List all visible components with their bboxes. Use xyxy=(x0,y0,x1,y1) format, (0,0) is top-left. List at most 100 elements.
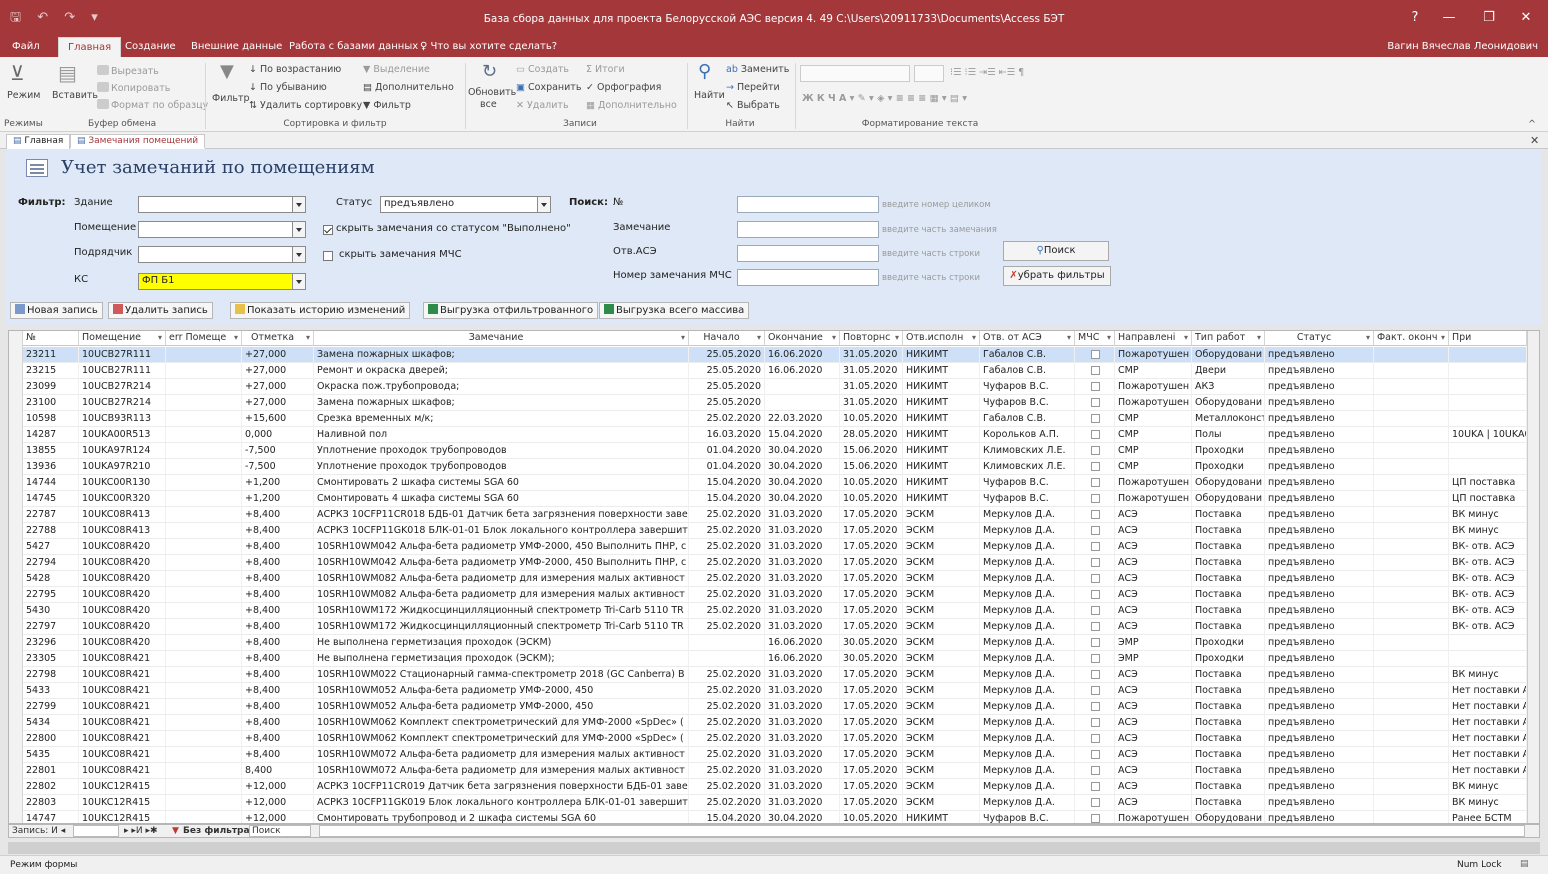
cell-col-work-type[interactable]: Оборудовани xyxy=(1192,491,1265,507)
cell-col-asce[interactable]: Меркулов Д.А. xyxy=(980,667,1075,683)
cell-col-err-room[interactable] xyxy=(166,763,242,779)
cell-col-executor[interactable]: ЭСКМ xyxy=(903,667,980,683)
cell-col-status[interactable]: предъявлено xyxy=(1265,731,1374,747)
cell-col-repeat[interactable]: 17.05.2020 xyxy=(840,523,903,539)
cell-col-remark[interactable]: Ремонт и окраска дверей; xyxy=(314,363,689,379)
show-history-button[interactable]: Показать историю изменений xyxy=(230,302,411,319)
cell-col-room[interactable]: 10UKC00R130 xyxy=(79,475,166,491)
remark-input[interactable] xyxy=(737,221,879,238)
cell-col-executor[interactable]: ЭСКМ xyxy=(903,571,980,587)
header-col-end[interactable]: Окончание ▾ xyxy=(765,331,840,346)
cell-col-err-room[interactable] xyxy=(166,571,242,587)
cell-col-direction[interactable]: СМР xyxy=(1115,459,1192,475)
cell-col-note[interactable] xyxy=(1449,443,1527,459)
cell-col-remark[interactable]: АСРКЗ 10CFP11GK018 БЛК-01-01 Блок локаль… xyxy=(314,523,689,539)
cell-col-note[interactable]: Ранее БСТМ xyxy=(1449,811,1527,823)
refresh-button[interactable]: Обновить xyxy=(468,87,516,98)
cell-col-elevation[interactable]: -7,500 xyxy=(242,459,314,475)
building-combo[interactable] xyxy=(138,196,306,213)
cell-col-mchs[interactable] xyxy=(1075,635,1115,651)
cell-col-mchs[interactable] xyxy=(1075,795,1115,811)
cell-col-remark[interactable]: 10SRH10WM052 Альфа-бета радиометр УМФ-20… xyxy=(314,683,689,699)
cell-col-repeat[interactable]: 10.05.2020 xyxy=(840,475,903,491)
table-row[interactable]: 23100 10UCB27R214 +27,000 Замена пожарных ш… xyxy=(9,395,1539,411)
cell-col-direction[interactable]: Пожаротушен xyxy=(1115,811,1192,823)
cell-col-err-room[interactable] xyxy=(166,539,242,555)
cell-col-end[interactable]: 16.06.2020 xyxy=(765,651,840,667)
maximize-button[interactable]: ❐ xyxy=(1474,10,1504,25)
tell-me-search[interactable]: ♀ Что вы хотите сделать? xyxy=(420,41,557,52)
cell-col-number[interactable]: 22800 xyxy=(23,731,79,747)
cell-col-elevation[interactable]: +12,000 xyxy=(242,779,314,795)
cell-col-elevation[interactable]: +8,400 xyxy=(242,731,314,747)
cell-col-note[interactable]: ВК минус xyxy=(1449,795,1527,811)
cell-col-number[interactable]: 22799 xyxy=(23,699,79,715)
cell-col-mchs[interactable] xyxy=(1075,395,1115,411)
cell-col-asce[interactable]: Габалов С.В. xyxy=(980,347,1075,363)
row-selector[interactable] xyxy=(9,795,23,811)
close-tab-icon[interactable]: ✕ xyxy=(1530,134,1539,147)
mchs-checkbox[interactable] xyxy=(1091,382,1100,391)
cell-col-err-room[interactable] xyxy=(166,715,242,731)
cell-col-mchs[interactable] xyxy=(1075,619,1115,635)
replace-button[interactable]: ab Заменить xyxy=(726,64,789,75)
cell-col-fact-end[interactable] xyxy=(1374,379,1449,395)
cell-col-repeat[interactable]: 17.05.2020 xyxy=(840,619,903,635)
cell-col-end[interactable]: 31.03.2020 xyxy=(765,747,840,763)
number-input[interactable] xyxy=(737,196,879,213)
cell-col-start[interactable]: 25.02.2020 xyxy=(689,683,765,699)
cell-col-executor[interactable]: ЭСКМ xyxy=(903,539,980,555)
cell-col-executor[interactable]: ЭСКМ xyxy=(903,795,980,811)
cell-col-asce[interactable]: Меркулов Д.А. xyxy=(980,619,1075,635)
cell-col-status[interactable]: предъявлено xyxy=(1265,667,1374,683)
cell-col-elevation[interactable]: 8,400 xyxy=(242,763,314,779)
new-record-button[interactable]: Новая запись xyxy=(10,302,103,319)
cell-col-note[interactable]: ВК- отв. АСЭ xyxy=(1449,587,1527,603)
cell-col-end[interactable] xyxy=(765,379,840,395)
cell-col-note[interactable]: ВК- отв. АСЭ xyxy=(1449,619,1527,635)
chevron-down-icon[interactable] xyxy=(292,197,305,212)
row-selector[interactable] xyxy=(9,379,23,395)
cell-col-elevation[interactable]: +8,400 xyxy=(242,635,314,651)
cell-col-direction[interactable]: СМР xyxy=(1115,443,1192,459)
cell-col-work-type[interactable]: Поставка xyxy=(1192,587,1265,603)
cell-col-end[interactable]: 22.03.2020 xyxy=(765,411,840,427)
cell-col-elevation[interactable]: +12,000 xyxy=(242,811,314,823)
cell-col-status[interactable]: предъявлено xyxy=(1265,555,1374,571)
cell-col-end[interactable]: 31.03.2020 xyxy=(765,539,840,555)
export-all-button[interactable]: Выгрузка всего массива xyxy=(599,302,750,319)
mchs-checkbox[interactable] xyxy=(1091,718,1100,727)
cell-col-remark[interactable]: 10SRH10WM042 Альфа-бета радиометр УМФ-20… xyxy=(314,539,689,555)
cell-col-start[interactable]: 16.03.2020 xyxy=(689,427,765,443)
cell-col-remark[interactable]: Не выполнена герметизация проходок (ЭСКМ… xyxy=(314,651,689,667)
cell-col-fact-end[interactable] xyxy=(1374,411,1449,427)
cell-col-mchs[interactable] xyxy=(1075,651,1115,667)
row-selector[interactable] xyxy=(9,539,23,555)
cell-col-fact-end[interactable] xyxy=(1374,683,1449,699)
cell-col-room[interactable]: 10UKC08R421 xyxy=(79,651,166,667)
cell-col-fact-end[interactable] xyxy=(1374,523,1449,539)
cell-col-room[interactable]: 10UKC08R421 xyxy=(79,763,166,779)
cell-col-start[interactable]: 25.02.2020 xyxy=(689,747,765,763)
cell-col-end[interactable] xyxy=(765,395,840,411)
cell-col-fact-end[interactable] xyxy=(1374,779,1449,795)
row-selector[interactable] xyxy=(9,699,23,715)
row-selector[interactable] xyxy=(9,587,23,603)
mchs-checkbox[interactable] xyxy=(1091,702,1100,711)
row-selector[interactable] xyxy=(9,603,23,619)
cell-col-executor[interactable]: ЭСКМ xyxy=(903,763,980,779)
cell-col-room[interactable]: 10UKC08R421 xyxy=(79,683,166,699)
mchs-checkbox[interactable] xyxy=(1091,366,1100,375)
search-button[interactable]: ⚲Поиск xyxy=(1003,241,1109,261)
cell-col-err-room[interactable] xyxy=(166,427,242,443)
cell-col-remark[interactable]: Уплотнение проходок трубопроводов xyxy=(314,459,689,475)
cell-col-fact-end[interactable] xyxy=(1374,667,1449,683)
cell-col-start[interactable]: 25.02.2020 xyxy=(689,587,765,603)
cell-col-executor[interactable]: НИКИМТ xyxy=(903,411,980,427)
cell-col-start[interactable]: 25.05.2020 xyxy=(689,363,765,379)
cell-col-fact-end[interactable] xyxy=(1374,491,1449,507)
cell-col-err-room[interactable] xyxy=(166,603,242,619)
cell-col-mchs[interactable] xyxy=(1075,379,1115,395)
cell-col-mchs[interactable] xyxy=(1075,491,1115,507)
tab-file[interactable]: Файл xyxy=(12,41,40,52)
